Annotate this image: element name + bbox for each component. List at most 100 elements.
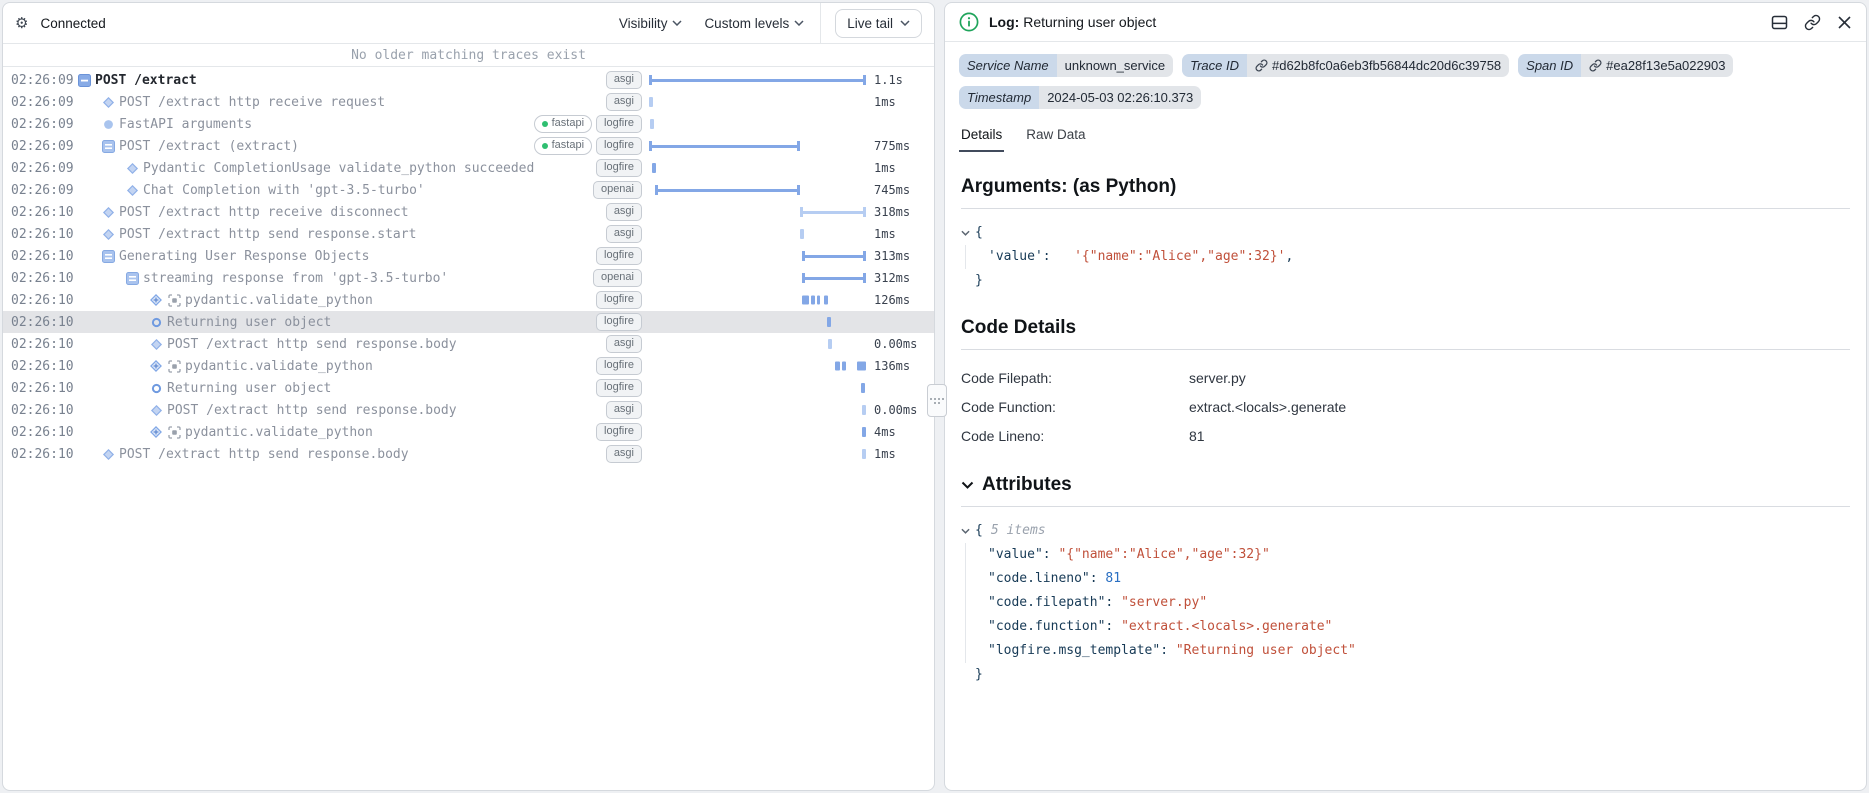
trace-row[interactable]: 02:26:10POST /extract http receive disco… bbox=[3, 201, 934, 223]
trace-row[interactable]: 02:26:10Generating User Response Objects… bbox=[3, 245, 934, 267]
row-timestamp: 02:26:10 bbox=[11, 249, 75, 264]
span-name: Chat Completion with 'gpt-3.5-turbo' bbox=[143, 183, 425, 198]
duration-label: 1ms bbox=[874, 161, 928, 175]
tag-badge: fastapi bbox=[534, 115, 592, 134]
trace-row[interactable]: 02:26:10pydantic.validate_pythonlogfire1… bbox=[3, 289, 934, 311]
attribute-value: "server.py" bbox=[1121, 591, 1207, 615]
diamond-plus-icon bbox=[147, 359, 165, 373]
custom-levels-dropdown[interactable]: Custom levels bbox=[704, 16, 804, 31]
row-timestamp: 02:26:10 bbox=[11, 359, 75, 374]
tag-badge: logfire bbox=[596, 423, 642, 442]
meta-badge-value[interactable]: #ea28f13e5a022903 bbox=[1581, 54, 1733, 77]
live-tail-label: Live tail bbox=[847, 16, 893, 31]
dock-bottom-icon[interactable] bbox=[1771, 14, 1788, 31]
row-timestamp: 02:26:10 bbox=[11, 425, 75, 440]
log-title: Log: Returning user object bbox=[989, 14, 1156, 30]
duration-label: 136ms bbox=[874, 359, 928, 373]
span-name: pydantic.validate_python bbox=[185, 425, 373, 440]
link-icon[interactable] bbox=[1804, 14, 1821, 31]
row-tags: logfire bbox=[596, 379, 642, 398]
duration-bar-track bbox=[649, 223, 866, 245]
code-detail-value: extract.<locals>.generate bbox=[1189, 393, 1346, 422]
trace-row[interactable]: 02:26:09Pydantic CompletionUsage validat… bbox=[3, 157, 934, 179]
duration-bar-segment bbox=[835, 362, 840, 371]
span-name: POST /extract http send response.body bbox=[119, 447, 409, 462]
diamond-icon bbox=[99, 96, 117, 109]
detail-panel: Log: Returning user object Service Nameu… bbox=[944, 2, 1867, 791]
minus-square-icon bbox=[75, 74, 93, 87]
close-brace: } bbox=[975, 269, 983, 293]
duration-bar-segment bbox=[861, 383, 865, 393]
diamond-icon bbox=[123, 184, 141, 197]
code-detail-label: Code Filepath: bbox=[961, 364, 1189, 393]
row-timestamp: 02:26:09 bbox=[11, 139, 75, 154]
meta-badge: Trace ID#d62b8fc0a6eb3fb56844dc20d6c3975… bbox=[1182, 54, 1509, 77]
tab-raw-data[interactable]: Raw Data bbox=[1024, 123, 1087, 152]
trace-row[interactable]: 02:26:10pydantic.validate_pythonlogfire1… bbox=[3, 355, 934, 377]
row-tags: logfire bbox=[596, 313, 642, 332]
attribute-entry: "code.filepath": "server.py" bbox=[988, 591, 1850, 615]
diamond-icon bbox=[99, 448, 117, 461]
trace-row[interactable]: 02:26:10streaming response from 'gpt-3.5… bbox=[3, 267, 934, 289]
duration-bar-track bbox=[649, 333, 866, 355]
trace-row[interactable]: 02:26:10POST /extract http send response… bbox=[3, 399, 934, 421]
trace-row[interactable]: 02:26:10 POST /extract http send response… bbox=[3, 443, 934, 465]
close-icon[interactable] bbox=[1837, 15, 1852, 30]
row-timestamp: 02:26:09 bbox=[11, 73, 75, 88]
trace-row[interactable]: 02:26:10POST /extract http send response… bbox=[3, 223, 934, 245]
trace-row[interactable]: 02:26:09Chat Completion with 'gpt-3.5-tu… bbox=[3, 179, 934, 201]
trace-rows: 02:26:09POST /extractasgi1.1s02:26:09POS… bbox=[3, 67, 934, 465]
row-timestamp: 02:26:09 bbox=[11, 95, 75, 110]
list-square-icon bbox=[99, 140, 117, 153]
row-tags: asgi bbox=[606, 71, 642, 90]
trace-row[interactable]: 02:26:09FastAPI argumentsfastapilogfire bbox=[3, 113, 934, 135]
attribute-key: "code.lineno" bbox=[988, 567, 1090, 591]
row-tags: openai bbox=[593, 181, 642, 200]
meta-badge-value[interactable]: #d62b8fc0a6eb3fb56844dc20d6c39758 bbox=[1247, 54, 1509, 77]
trace-row[interactable]: 02:26:10Returning user objectlogfire bbox=[3, 377, 934, 399]
trace-row[interactable]: 02:26:09POST /extract http receive reque… bbox=[3, 91, 934, 113]
live-tail-dropdown[interactable]: Live tail bbox=[835, 9, 922, 38]
duration-bar-track bbox=[649, 355, 866, 377]
section-chevron-icon[interactable] bbox=[961, 481, 974, 489]
collapse-chevron-icon[interactable] bbox=[961, 528, 970, 534]
collapse-chevron-icon[interactable] bbox=[961, 230, 970, 236]
span-name: FastAPI arguments bbox=[119, 117, 252, 132]
attribute-entry: "code.function": "extract.<locals>.gener… bbox=[988, 615, 1850, 639]
trace-row[interactable]: 02:26:09POST /extract (extract)fastapilo… bbox=[3, 135, 934, 157]
row-timestamp: 02:26:10 bbox=[11, 227, 75, 242]
row-timestamp: 02:26:10 bbox=[11, 447, 75, 462]
argument-key: 'value': bbox=[988, 249, 1051, 264]
link-icon bbox=[1589, 59, 1602, 72]
list-square-icon bbox=[99, 250, 117, 263]
trace-row[interactable]: 02:26:10Returning user objectlogfire bbox=[3, 311, 934, 333]
duration-bar-track bbox=[649, 113, 866, 135]
tab-details[interactable]: Details bbox=[959, 123, 1004, 152]
duration-bar-segment bbox=[828, 339, 832, 349]
trace-row[interactable]: 02:26:09POST /extractasgi1.1s bbox=[3, 69, 934, 91]
arguments-code: { 'value': '{"name":"Alice","age":32}', … bbox=[961, 221, 1850, 293]
span-name: POST /extract http send response.body bbox=[167, 403, 457, 418]
row-timestamp: 02:26:10 bbox=[11, 315, 75, 330]
duration-bar-track bbox=[649, 135, 866, 157]
trace-row[interactable]: 02:26:10POST /extract http send response… bbox=[3, 333, 934, 355]
visibility-dropdown[interactable]: Visibility bbox=[619, 16, 683, 31]
duration-bar-track bbox=[649, 399, 866, 421]
duration-bar-segment bbox=[862, 427, 866, 437]
attribute-value: "{"name":"Alice","age":32}" bbox=[1058, 543, 1269, 567]
tag-badge: asgi bbox=[606, 401, 642, 420]
attribute-value: "Returning user object" bbox=[1176, 639, 1356, 663]
duration-label: 745ms bbox=[874, 183, 928, 197]
diamond-icon bbox=[99, 206, 117, 219]
scan-icon bbox=[165, 294, 183, 307]
chevron-down-icon bbox=[900, 20, 910, 26]
row-tags: asgi bbox=[606, 203, 642, 222]
ring-icon bbox=[147, 383, 165, 394]
row-tags: asgi bbox=[606, 93, 642, 112]
meta-badge: Service Nameunknown_service bbox=[959, 54, 1173, 77]
trace-row[interactable]: 02:26:10pydantic.validate_pythonlogfire4… bbox=[3, 421, 934, 443]
detail-panel-header: Log: Returning user object bbox=[945, 3, 1866, 42]
open-brace: { bbox=[975, 221, 983, 245]
panel-resize-handle[interactable] bbox=[927, 384, 947, 417]
gear-icon[interactable]: ⚙ bbox=[15, 16, 28, 31]
